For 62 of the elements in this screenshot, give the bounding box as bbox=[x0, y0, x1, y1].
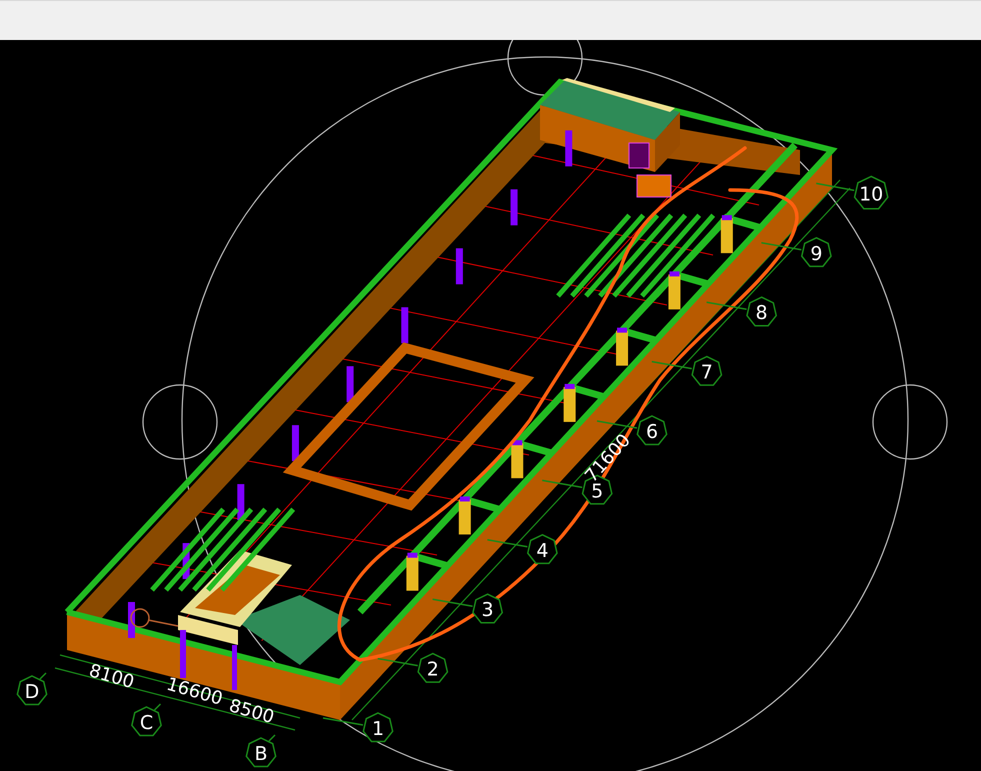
grid-bubble bbox=[16, 675, 48, 706]
orbit-handle[interactable] bbox=[142, 384, 218, 460]
grid-axis-label: C bbox=[140, 712, 154, 734]
grid-axis-label: 3 bbox=[482, 599, 494, 622]
grid-axis-label: 7 bbox=[700, 362, 713, 384]
dimension-label: 8100 bbox=[86, 660, 136, 694]
grid-bubble bbox=[800, 236, 832, 268]
column bbox=[292, 425, 299, 462]
column bbox=[511, 440, 524, 478]
leader-line bbox=[268, 734, 276, 742]
grid-bubble bbox=[854, 176, 889, 210]
column bbox=[720, 215, 733, 254]
grid-bubble bbox=[417, 652, 448, 683]
leader-line bbox=[652, 360, 692, 370]
dimension-label: 16600 bbox=[164, 674, 225, 710]
leader-line bbox=[816, 182, 854, 192]
column bbox=[668, 271, 680, 310]
grid-axis-label: 10 bbox=[859, 183, 884, 206]
column bbox=[232, 645, 237, 690]
grid-axis-label: B bbox=[254, 743, 268, 765]
column bbox=[456, 248, 463, 284]
column bbox=[406, 552, 418, 591]
grid-axis-label: 4 bbox=[536, 540, 548, 562]
grid-axis-label: 2 bbox=[426, 658, 439, 681]
grid-bubble bbox=[246, 737, 276, 768]
dimension-label: 8500 bbox=[226, 695, 276, 728]
leader-line bbox=[596, 420, 638, 429]
column bbox=[565, 130, 572, 166]
grid-bubble bbox=[362, 712, 394, 742]
grid-bubble bbox=[472, 593, 504, 624]
grid-axis-label: 5 bbox=[591, 480, 604, 502]
orbit-handle[interactable] bbox=[872, 384, 948, 460]
grid-bubble bbox=[131, 706, 162, 736]
column bbox=[616, 328, 628, 366]
hoist-drawing bbox=[130, 608, 178, 628]
leader-line bbox=[706, 301, 747, 310]
leader-line bbox=[432, 598, 473, 607]
small-cabin bbox=[636, 174, 672, 198]
grid-axis-label: D bbox=[24, 681, 40, 703]
grid-bubble bbox=[691, 356, 722, 386]
leader-line bbox=[378, 658, 418, 666]
leader-line bbox=[487, 539, 528, 548]
grid-axis-label: 1 bbox=[372, 718, 384, 740]
grid-bubble bbox=[636, 415, 668, 446]
column bbox=[458, 496, 471, 534]
leader-line bbox=[39, 672, 47, 680]
grid-axis-label: 6 bbox=[646, 421, 658, 443]
grid-axis-label: 8 bbox=[756, 302, 768, 324]
leader-line bbox=[542, 480, 582, 488]
column bbox=[564, 384, 576, 422]
column bbox=[401, 307, 408, 344]
leader-line bbox=[322, 717, 364, 726]
column bbox=[180, 630, 186, 678]
column bbox=[128, 602, 135, 638]
column bbox=[346, 366, 354, 402]
grid-bubble bbox=[746, 296, 778, 326]
column bbox=[510, 189, 518, 226]
leader-line bbox=[154, 703, 162, 711]
column bbox=[237, 484, 244, 520]
leader-line bbox=[761, 242, 802, 251]
grid-axis-label: 9 bbox=[810, 242, 822, 265]
grid-bubble bbox=[526, 534, 558, 564]
